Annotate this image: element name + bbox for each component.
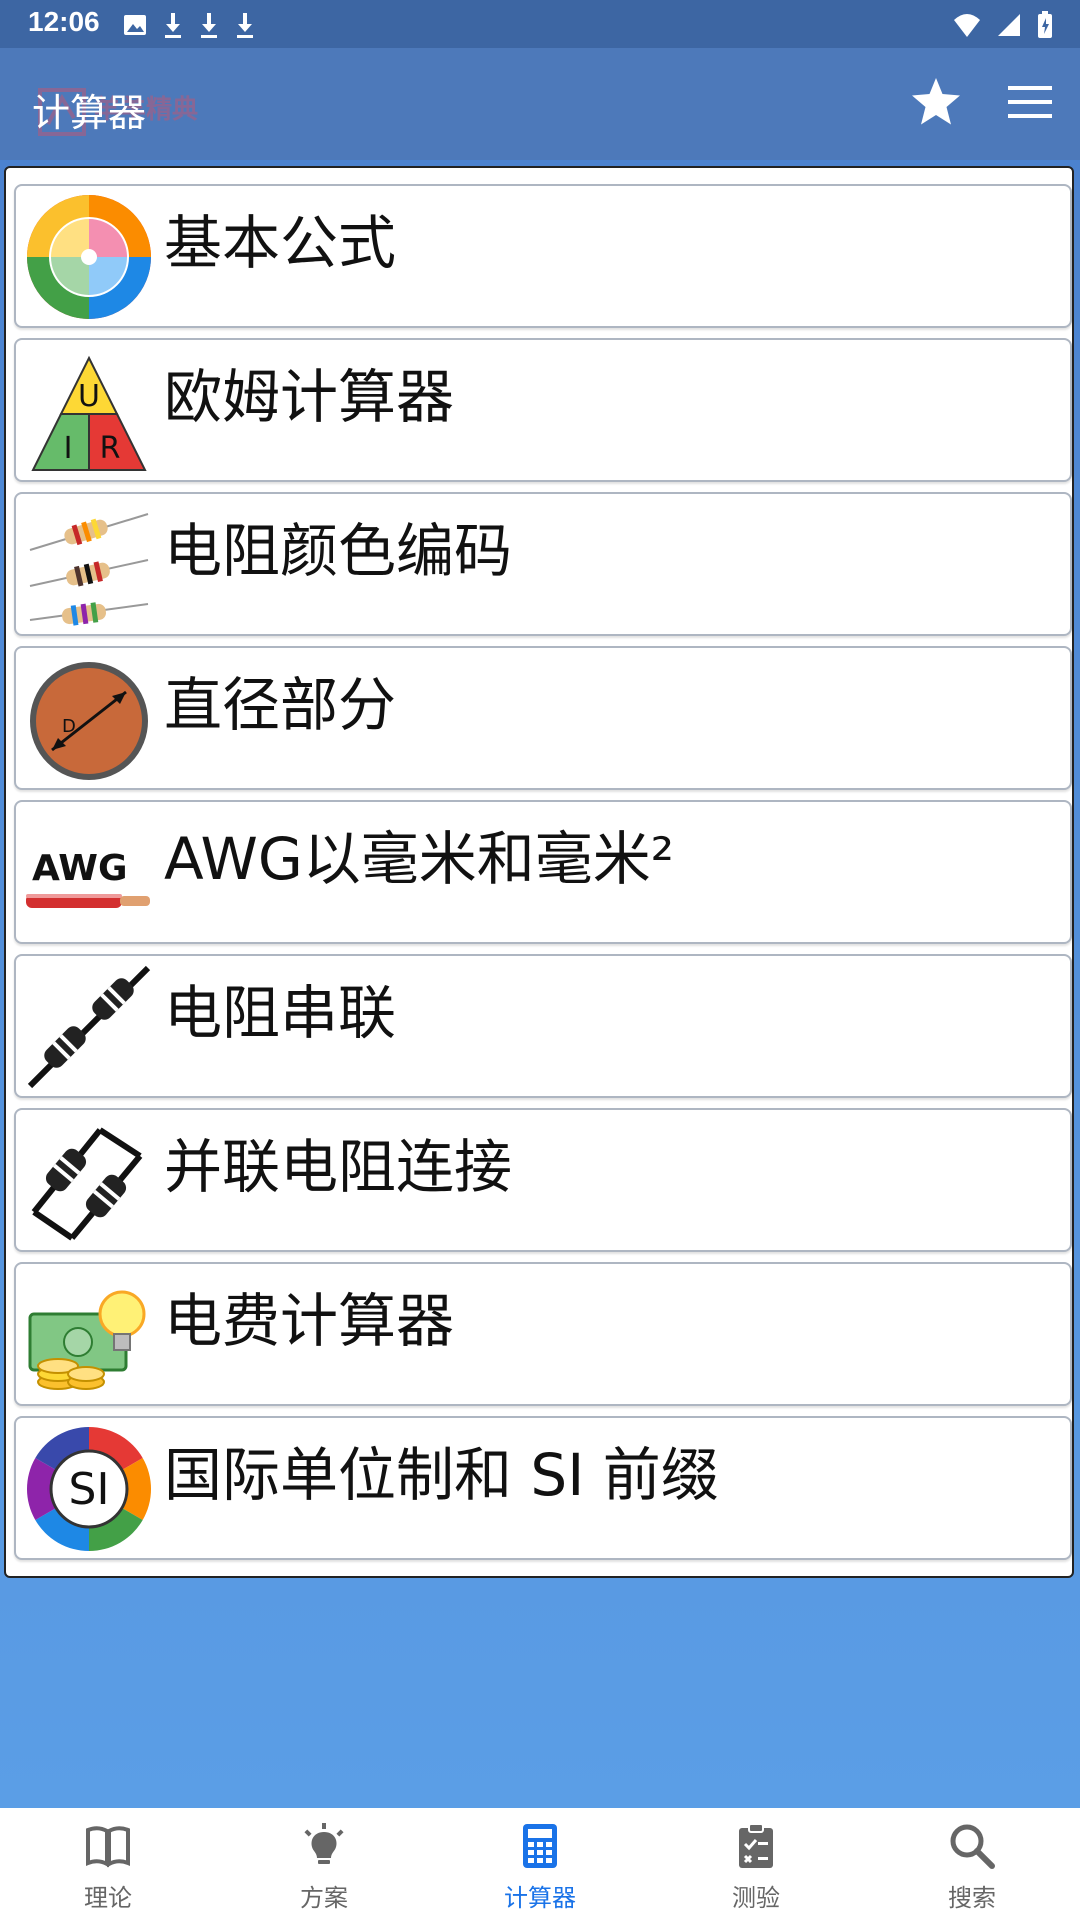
calculator-item-label: 电阻串联 <box>164 979 397 1047</box>
diameter-icon-letter: D <box>62 716 76 737</box>
status-time: 12:06 <box>28 6 100 37</box>
awg-icon-text: AWG <box>32 848 128 889</box>
status-system-icons <box>952 10 1054 40</box>
awg-wire-icon: AWG <box>26 848 150 908</box>
menu-icon[interactable] <box>1006 82 1054 122</box>
nav-label: 方案 <box>300 1884 348 1912</box>
ohm-icon-r: R <box>100 431 121 466</box>
pie-formula-icon <box>27 195 151 319</box>
nav-theory[interactable]: 理论 <box>0 1808 216 1920</box>
nav-label: 测验 <box>732 1884 780 1912</box>
download-icon <box>201 13 217 38</box>
calculator-item-diameter[interactable]: D 直径部分 <box>14 646 1072 790</box>
page-title: 计算器 <box>32 91 147 135</box>
si-icon-text: SI <box>69 1464 110 1515</box>
quiz-clipboard-icon <box>739 1823 773 1868</box>
battery-icon <box>1038 11 1052 38</box>
calculator-item-ohm[interactable]: U I R 欧姆计算器 <box>14 338 1072 482</box>
image-icon <box>124 15 146 35</box>
lightbulb-icon <box>304 1823 344 1864</box>
nav-calculator[interactable]: 计算器 <box>432 1808 648 1920</box>
calculator-item-electricity-cost[interactable]: 电费计算器 <box>14 1262 1072 1406</box>
search-icon <box>950 1824 995 1869</box>
nav-label: 理论 <box>84 1884 132 1912</box>
calculator-item-awg[interactable]: AWG AWG以毫米和毫米² <box>14 800 1072 944</box>
calculator-item-label: 基本公式 <box>164 209 397 277</box>
calculator-item-basic-formulas[interactable]: 基本公式 <box>14 184 1072 328</box>
calculator-icon <box>523 1824 557 1868</box>
parallel-resistor-icon <box>31 1127 143 1241</box>
calculator-item-label: 欧姆计算器 <box>164 363 455 431</box>
calculator-item-label: 直径部分 <box>164 671 397 739</box>
calculator-item-resistor-color[interactable]: 电阻颜色编码 <box>14 492 1072 636</box>
content-area: 基本公式 U I R 欧姆计算器 电阻颜色编码 D 直径部分 AWG AWG以毫… <box>0 160 1080 1808</box>
ohm-icon-i: I <box>64 431 73 466</box>
book-icon <box>86 1826 130 1868</box>
app-bar: 羊羊精典 计算器 <box>0 48 1080 160</box>
calculator-item-series[interactable]: 电阻串联 <box>14 954 1072 1098</box>
calculator-item-label: 国际单位制和 SI 前缀 <box>164 1441 719 1509</box>
nav-scheme[interactable]: 方案 <box>216 1808 432 1920</box>
download-icon <box>165 13 181 38</box>
calculator-item-label: 并联电阻连接 <box>164 1133 513 1201</box>
calculator-item-label: AWG以毫米和毫米² <box>164 825 675 893</box>
resistor-color-icon <box>29 513 149 626</box>
ohm-icon-u: U <box>78 379 100 414</box>
nav-quiz[interactable]: 测验 <box>648 1808 864 1920</box>
calculator-item-label: 电阻颜色编码 <box>164 517 513 585</box>
series-resistor-icon <box>27 965 151 1089</box>
calculator-item-label: 电费计算器 <box>164 1287 455 1355</box>
star-icon[interactable] <box>910 76 962 128</box>
calculator-item-parallel[interactable]: 并联电阻连接 <box>14 1108 1072 1252</box>
electricity-cost-icon <box>28 1290 146 1390</box>
diameter-icon: D <box>30 662 148 780</box>
ohm-triangle-icon: U I R <box>31 355 147 471</box>
cell-signal-icon <box>998 14 1020 36</box>
bottom-nav: 理论 方案 计算器 测验 搜索 <box>0 1808 1080 1920</box>
nav-label: 搜索 <box>948 1884 996 1912</box>
wifi-icon <box>954 14 980 37</box>
calculator-list: 基本公式 U I R 欧姆计算器 电阻颜色编码 D 直径部分 AWG AWG以毫… <box>4 166 1074 1578</box>
calculator-item-si-units[interactable]: SI 国际单位制和 SI 前缀 <box>14 1416 1072 1560</box>
si-units-icon: SI <box>26 1427 152 1551</box>
download-icon <box>237 13 253 38</box>
nav-search[interactable]: 搜索 <box>864 1808 1080 1920</box>
nav-label: 计算器 <box>504 1884 576 1912</box>
status-notification-icons <box>122 10 256 40</box>
status-bar: 12:06 <box>0 0 1080 48</box>
